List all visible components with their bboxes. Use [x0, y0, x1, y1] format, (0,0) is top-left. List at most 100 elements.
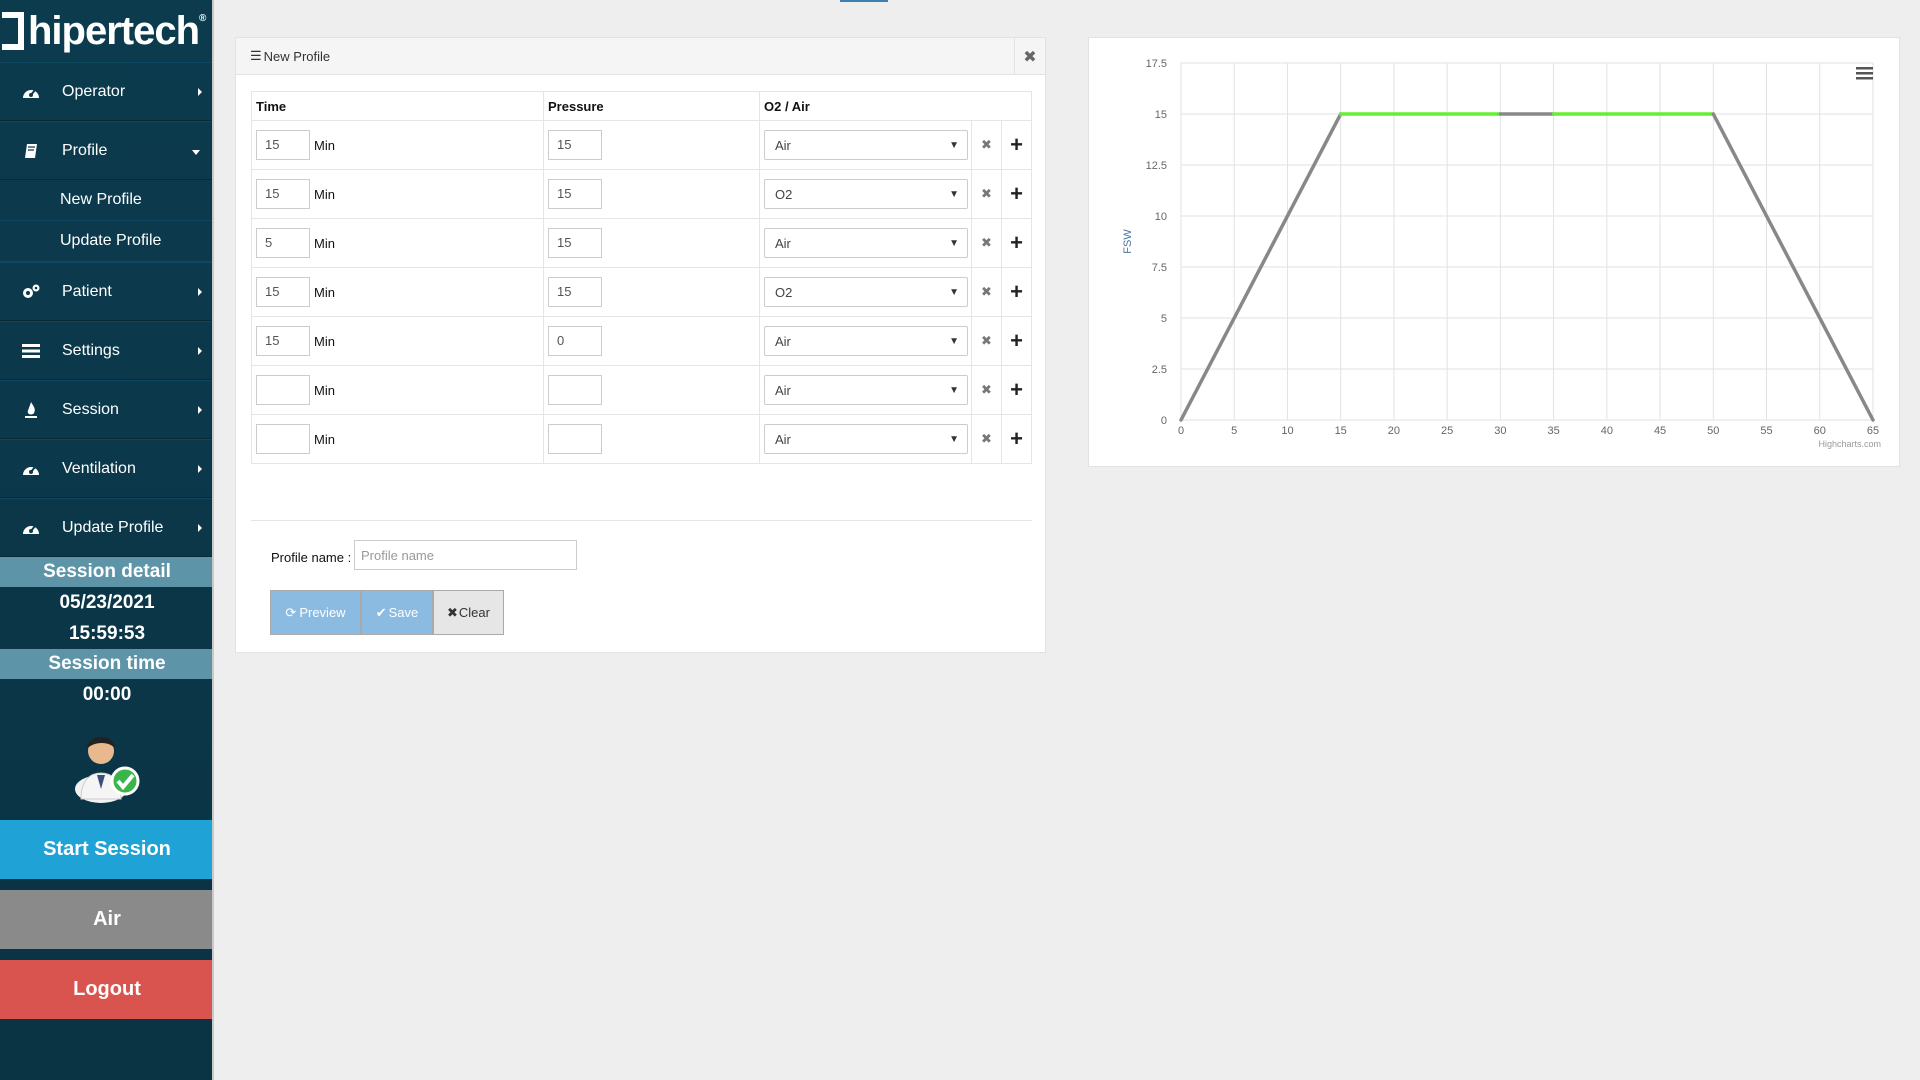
x-tick-label: 25 [1441, 425, 1453, 437]
gas-select[interactable]: Air ▼ [764, 375, 968, 405]
sidebar-subitem-new-profile[interactable]: New Profile [0, 180, 214, 221]
gas-cell: O2 ▼ [759, 169, 972, 219]
sidebar-item-patient[interactable]: Patient [0, 262, 214, 321]
start-session-button[interactable]: Start Session [0, 820, 214, 879]
session-date: 05/23/2021 [59, 591, 155, 613]
x-tick-label: 50 [1707, 425, 1719, 437]
x-icon: ✖ [447, 604, 458, 620]
time-input[interactable] [256, 375, 310, 405]
sidebar: hipertech ® Operator Profile New Profile… [0, 0, 214, 1080]
remove-row-icon[interactable]: ✖ [971, 414, 1002, 464]
gas-cell: O2 ▼ [759, 267, 972, 317]
gas-select-value: Air [775, 333, 791, 349]
sidebar-item-update-profile[interactable]: Update Profile [0, 498, 214, 557]
add-row-icon[interactable]: + [1001, 365, 1032, 415]
chevron-down-icon: ▼ [949, 385, 959, 396]
chevron-right-icon [198, 288, 202, 296]
logo-mark-icon [2, 12, 24, 50]
pressure-input[interactable] [548, 375, 602, 405]
remove-row-icon[interactable]: ✖ [971, 267, 1002, 317]
remove-row-icon[interactable]: ✖ [971, 218, 1002, 268]
sidebar-item-profile[interactable]: Profile [0, 121, 214, 180]
table-row: 5 Min 15 Air ▼ ✖ + [251, 218, 1032, 268]
clear-label: Clear [458, 605, 490, 620]
profile-steps-table: Time Pressure O2 / Air 15 Min 15 Air ▼ ✖ +15 Mi… [251, 91, 1032, 464]
sidebar-item-ventilation[interactable]: Ventilation [0, 439, 214, 498]
sidebar-item-session[interactable]: Session [0, 380, 214, 439]
time-input[interactable]: 15 [256, 179, 310, 209]
sidebar-item-label: Operator [62, 82, 126, 100]
x-tick-label: 5 [1231, 425, 1237, 437]
panel-header: ☰ New Profile ✖ [236, 38, 1045, 75]
time-input[interactable]: 5 [256, 228, 310, 258]
table-row: 15 Min 15 Air ▼ ✖ + [251, 120, 1032, 170]
logout-button[interactable]: Logout [0, 960, 214, 1019]
table-row: Min Air ▼ ✖ + [251, 414, 1032, 464]
add-row-icon[interactable]: + [1001, 120, 1032, 170]
x-tick-label: 20 [1388, 425, 1400, 437]
pressure-cell [543, 365, 760, 415]
session-time-title: Session time [0, 649, 214, 679]
gas-select[interactable]: Air ▼ [764, 424, 968, 454]
pressure-input[interactable]: 15 [548, 277, 602, 307]
time-input[interactable]: 15 [256, 130, 310, 160]
x-tick-label: 45 [1654, 425, 1666, 437]
sidebar-item-operator[interactable]: Operator [0, 62, 214, 121]
y-tick-label: 5 [1161, 313, 1167, 325]
y-tick-label: 17.5 [1146, 58, 1167, 70]
add-row-icon[interactable]: + [1001, 316, 1032, 366]
add-row-icon[interactable]: + [1001, 267, 1032, 317]
add-row-icon[interactable]: + [1001, 218, 1032, 268]
time-cell: 15 Min [251, 169, 544, 219]
remove-row-icon[interactable]: ✖ [971, 365, 1002, 415]
sidebar-subitem-update-profile[interactable]: Update Profile [0, 221, 214, 262]
x-tick-label: 30 [1494, 425, 1506, 437]
remove-row-icon[interactable]: ✖ [971, 169, 1002, 219]
sidebar-item-label: Update Profile [62, 518, 164, 536]
sidebar-item-label: Patient [62, 282, 112, 300]
time-cell: 15 Min [251, 267, 544, 317]
remove-row-icon[interactable]: ✖ [971, 316, 1002, 366]
pressure-input[interactable]: 15 [548, 228, 602, 258]
remove-row-icon[interactable]: ✖ [971, 120, 1002, 170]
divider [251, 520, 1032, 521]
add-row-icon[interactable]: + [1001, 169, 1032, 219]
profile-name-input[interactable]: Profile name [354, 540, 577, 570]
gas-select[interactable]: Air ▼ [764, 228, 968, 258]
pressure-input[interactable]: 15 [548, 179, 602, 209]
save-button[interactable]: ✔ Save [361, 590, 433, 635]
gas-select[interactable]: Air ▼ [764, 130, 968, 160]
pressure-input[interactable]: 15 [548, 130, 602, 160]
close-icon[interactable]: ✖ [1014, 38, 1045, 75]
gas-mode-button[interactable]: Air [0, 890, 214, 949]
time-input[interactable]: 15 [256, 277, 310, 307]
chart-panel: 0 5 10 15 20 25 30 35 40 45 50 55 60 65 0 2.5 5 7.5 10 12.5… [1088, 37, 1900, 467]
avatar [0, 710, 214, 810]
add-row-icon[interactable]: + [1001, 414, 1032, 464]
gas-select[interactable]: Air ▼ [764, 326, 968, 356]
chevron-down-icon: ▼ [949, 336, 959, 347]
clear-button[interactable]: ✖ Clear [433, 590, 504, 635]
preview-button[interactable]: ⟳ Preview [270, 590, 361, 635]
chart-menu-icon [1856, 67, 1873, 70]
pressure-input[interactable]: 0 [548, 326, 602, 356]
profile-name-label: Profile name : [271, 550, 352, 565]
time-unit: Min [314, 284, 335, 300]
preview-label: Preview [299, 605, 346, 620]
gas-select[interactable]: O2 ▼ [764, 277, 968, 307]
pressure-input[interactable] [548, 424, 602, 454]
profile-chart: 0 5 10 15 20 25 30 35 40 45 50 55 60 65 0 2.5 5 7.5 10 12.5… [1122, 58, 1881, 449]
list-icon [0, 343, 62, 359]
time-input[interactable] [256, 424, 310, 454]
pressure-cell: 0 [543, 316, 760, 366]
time-input[interactable]: 15 [256, 326, 310, 356]
y-tick-label: 7.5 [1152, 262, 1167, 274]
gas-select-value: Air [775, 382, 791, 398]
table-row: 15 Min 15 O2 ▼ ✖ + [251, 169, 1032, 219]
save-label: Save [388, 605, 419, 620]
x-tick-label: 55 [1760, 425, 1772, 437]
sidebar-item-settings[interactable]: Settings [0, 321, 214, 380]
gas-select[interactable]: O2 ▼ [764, 179, 968, 209]
session-clock: 15:59:53 [68, 622, 146, 644]
session-time: 00:00 [82, 683, 132, 705]
